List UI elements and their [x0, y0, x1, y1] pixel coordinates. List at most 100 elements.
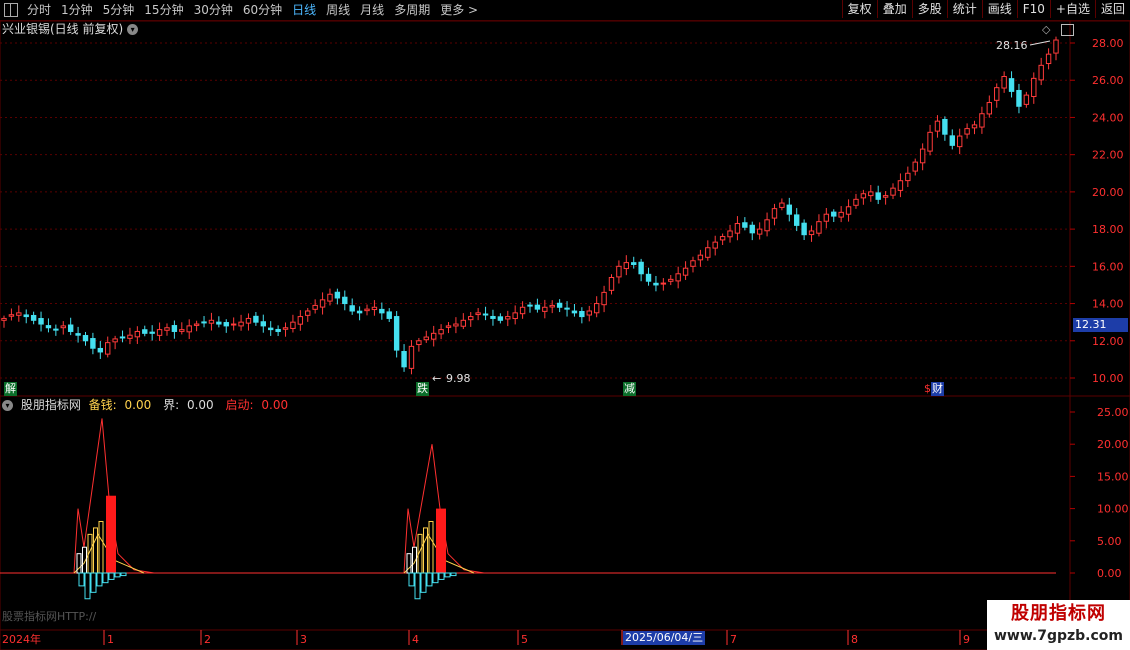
- price-tick-label: 24.00: [1092, 111, 1124, 124]
- candle-body: [349, 305, 355, 312]
- candle-body: [364, 308, 370, 312]
- indicator-tick-label: 20.00: [1097, 438, 1129, 451]
- param-reserve-label: 备钱:: [88, 398, 117, 412]
- indicator-tick-label: 10.00: [1097, 503, 1129, 516]
- marker-finance[interactable]: 财: [931, 382, 944, 396]
- candle-body: [208, 319, 215, 324]
- candle-body: [942, 118, 948, 135]
- marker-drop[interactable]: 跌: [416, 382, 429, 396]
- param-start-label: 启动:: [225, 398, 254, 412]
- candle-body: [971, 124, 978, 129]
- month-label: 7: [730, 633, 737, 646]
- negative-bar: [450, 572, 457, 577]
- price-tick-label: 26.00: [1092, 74, 1124, 87]
- candle-body: [268, 327, 274, 331]
- marker-unlock[interactable]: 解: [4, 382, 17, 396]
- candle-body: [616, 265, 622, 278]
- candle-body: [179, 329, 185, 332]
- candle-body: [631, 262, 637, 265]
- candle-body: [430, 332, 437, 340]
- candle-body: [808, 230, 815, 236]
- negative-bar: [108, 572, 115, 580]
- candle-body: [82, 335, 89, 342]
- candle-body: [727, 230, 733, 238]
- price-tick-label: 22.00: [1092, 149, 1124, 162]
- candle-body: [201, 321, 207, 324]
- candle-body: [60, 325, 66, 329]
- candle-body: [312, 304, 318, 310]
- candle-body: [860, 193, 867, 199]
- candle-body: [319, 299, 326, 308]
- candle-body: [8, 314, 15, 317]
- negative-bar: [114, 572, 121, 578]
- indicator-name: 股朋指标网: [20, 398, 81, 412]
- candlestick-series: [1, 36, 1059, 375]
- main-chart-grid: [0, 20, 1130, 630]
- month-label: 1: [107, 633, 114, 646]
- candle-body: [749, 224, 755, 234]
- brand-name: 股朋指标网: [1011, 603, 1106, 624]
- candle-body: [705, 247, 711, 258]
- candle-body: [779, 202, 785, 208]
- candle-body: [1008, 78, 1015, 92]
- candle-body: [134, 330, 141, 338]
- candle-body: [579, 311, 585, 318]
- candle-body: [831, 211, 837, 217]
- low-arrow-icon: ←: [432, 372, 441, 385]
- candle-body: [38, 318, 44, 325]
- kline-chart[interactable]: 28.0026.0024.0022.0020.0018.0016.0014.00…: [0, 0, 1130, 650]
- signal-bar: [436, 508, 446, 573]
- candle-body: [1, 317, 7, 321]
- candle-body: [1053, 39, 1059, 54]
- crosshair-date-tag: 2025/06/04/三: [623, 631, 706, 645]
- candle-body: [534, 304, 541, 310]
- candle-body: [75, 333, 81, 336]
- candle-body: [556, 302, 563, 308]
- chevron-down-icon[interactable]: ▾: [127, 24, 139, 35]
- chevron-down-icon[interactable]: ▾: [2, 400, 13, 411]
- negative-bar: [78, 572, 85, 587]
- watermark-text: 股票指标网HTTP://: [2, 610, 97, 623]
- candle-body: [719, 236, 726, 241]
- candle-body: [571, 310, 578, 314]
- candle-body: [934, 120, 941, 132]
- candle-body: [527, 304, 533, 307]
- candle-body: [668, 278, 674, 282]
- param-boundary-label: 界:: [163, 398, 180, 412]
- candle-body: [890, 187, 896, 196]
- candle-body: [816, 221, 822, 234]
- candle-body: [549, 304, 555, 308]
- price-tick-label: 28.00: [1092, 37, 1124, 50]
- candle-body: [949, 135, 955, 146]
- candle-body: [453, 323, 459, 327]
- candle-body: [468, 316, 474, 321]
- candle-body: [845, 206, 852, 215]
- high-price-label: 28.16: [996, 39, 1028, 52]
- candle-body: [868, 191, 874, 197]
- candle-body: [119, 336, 126, 339]
- price-tick-label: 20.00: [1092, 186, 1124, 199]
- candle-body: [912, 161, 918, 172]
- candle-body: [660, 282, 667, 285]
- stock-title: 兴业银锡(日线 前复权): [2, 22, 124, 36]
- candle-body: [1045, 53, 1052, 65]
- candle-body: [356, 310, 363, 314]
- year-label: 2024年: [2, 632, 41, 646]
- candle-body: [771, 208, 778, 219]
- candle-body: [1038, 64, 1044, 81]
- indicator-tick-label: 0.00: [1097, 567, 1122, 580]
- param-reserve: 备钱: 0.00: [89, 398, 156, 412]
- diamond-icon[interactable]: ◇: [1042, 23, 1050, 36]
- indicator-tick-label: 5.00: [1097, 535, 1122, 548]
- candle-body: [823, 213, 830, 222]
- indicator-series: [73, 418, 485, 600]
- time-axis: 2024年123456789: [0, 629, 1130, 650]
- candle-body: [342, 296, 348, 305]
- price-tick-label: 10.00: [1092, 372, 1124, 385]
- negative-bar: [432, 572, 439, 584]
- marker-reduce[interactable]: 减: [623, 382, 636, 396]
- panel-toggle-icon[interactable]: [1061, 24, 1074, 36]
- candle-body: [223, 322, 229, 327]
- price-tick-label: 14.00: [1092, 298, 1124, 311]
- month-label: 9: [963, 633, 970, 646]
